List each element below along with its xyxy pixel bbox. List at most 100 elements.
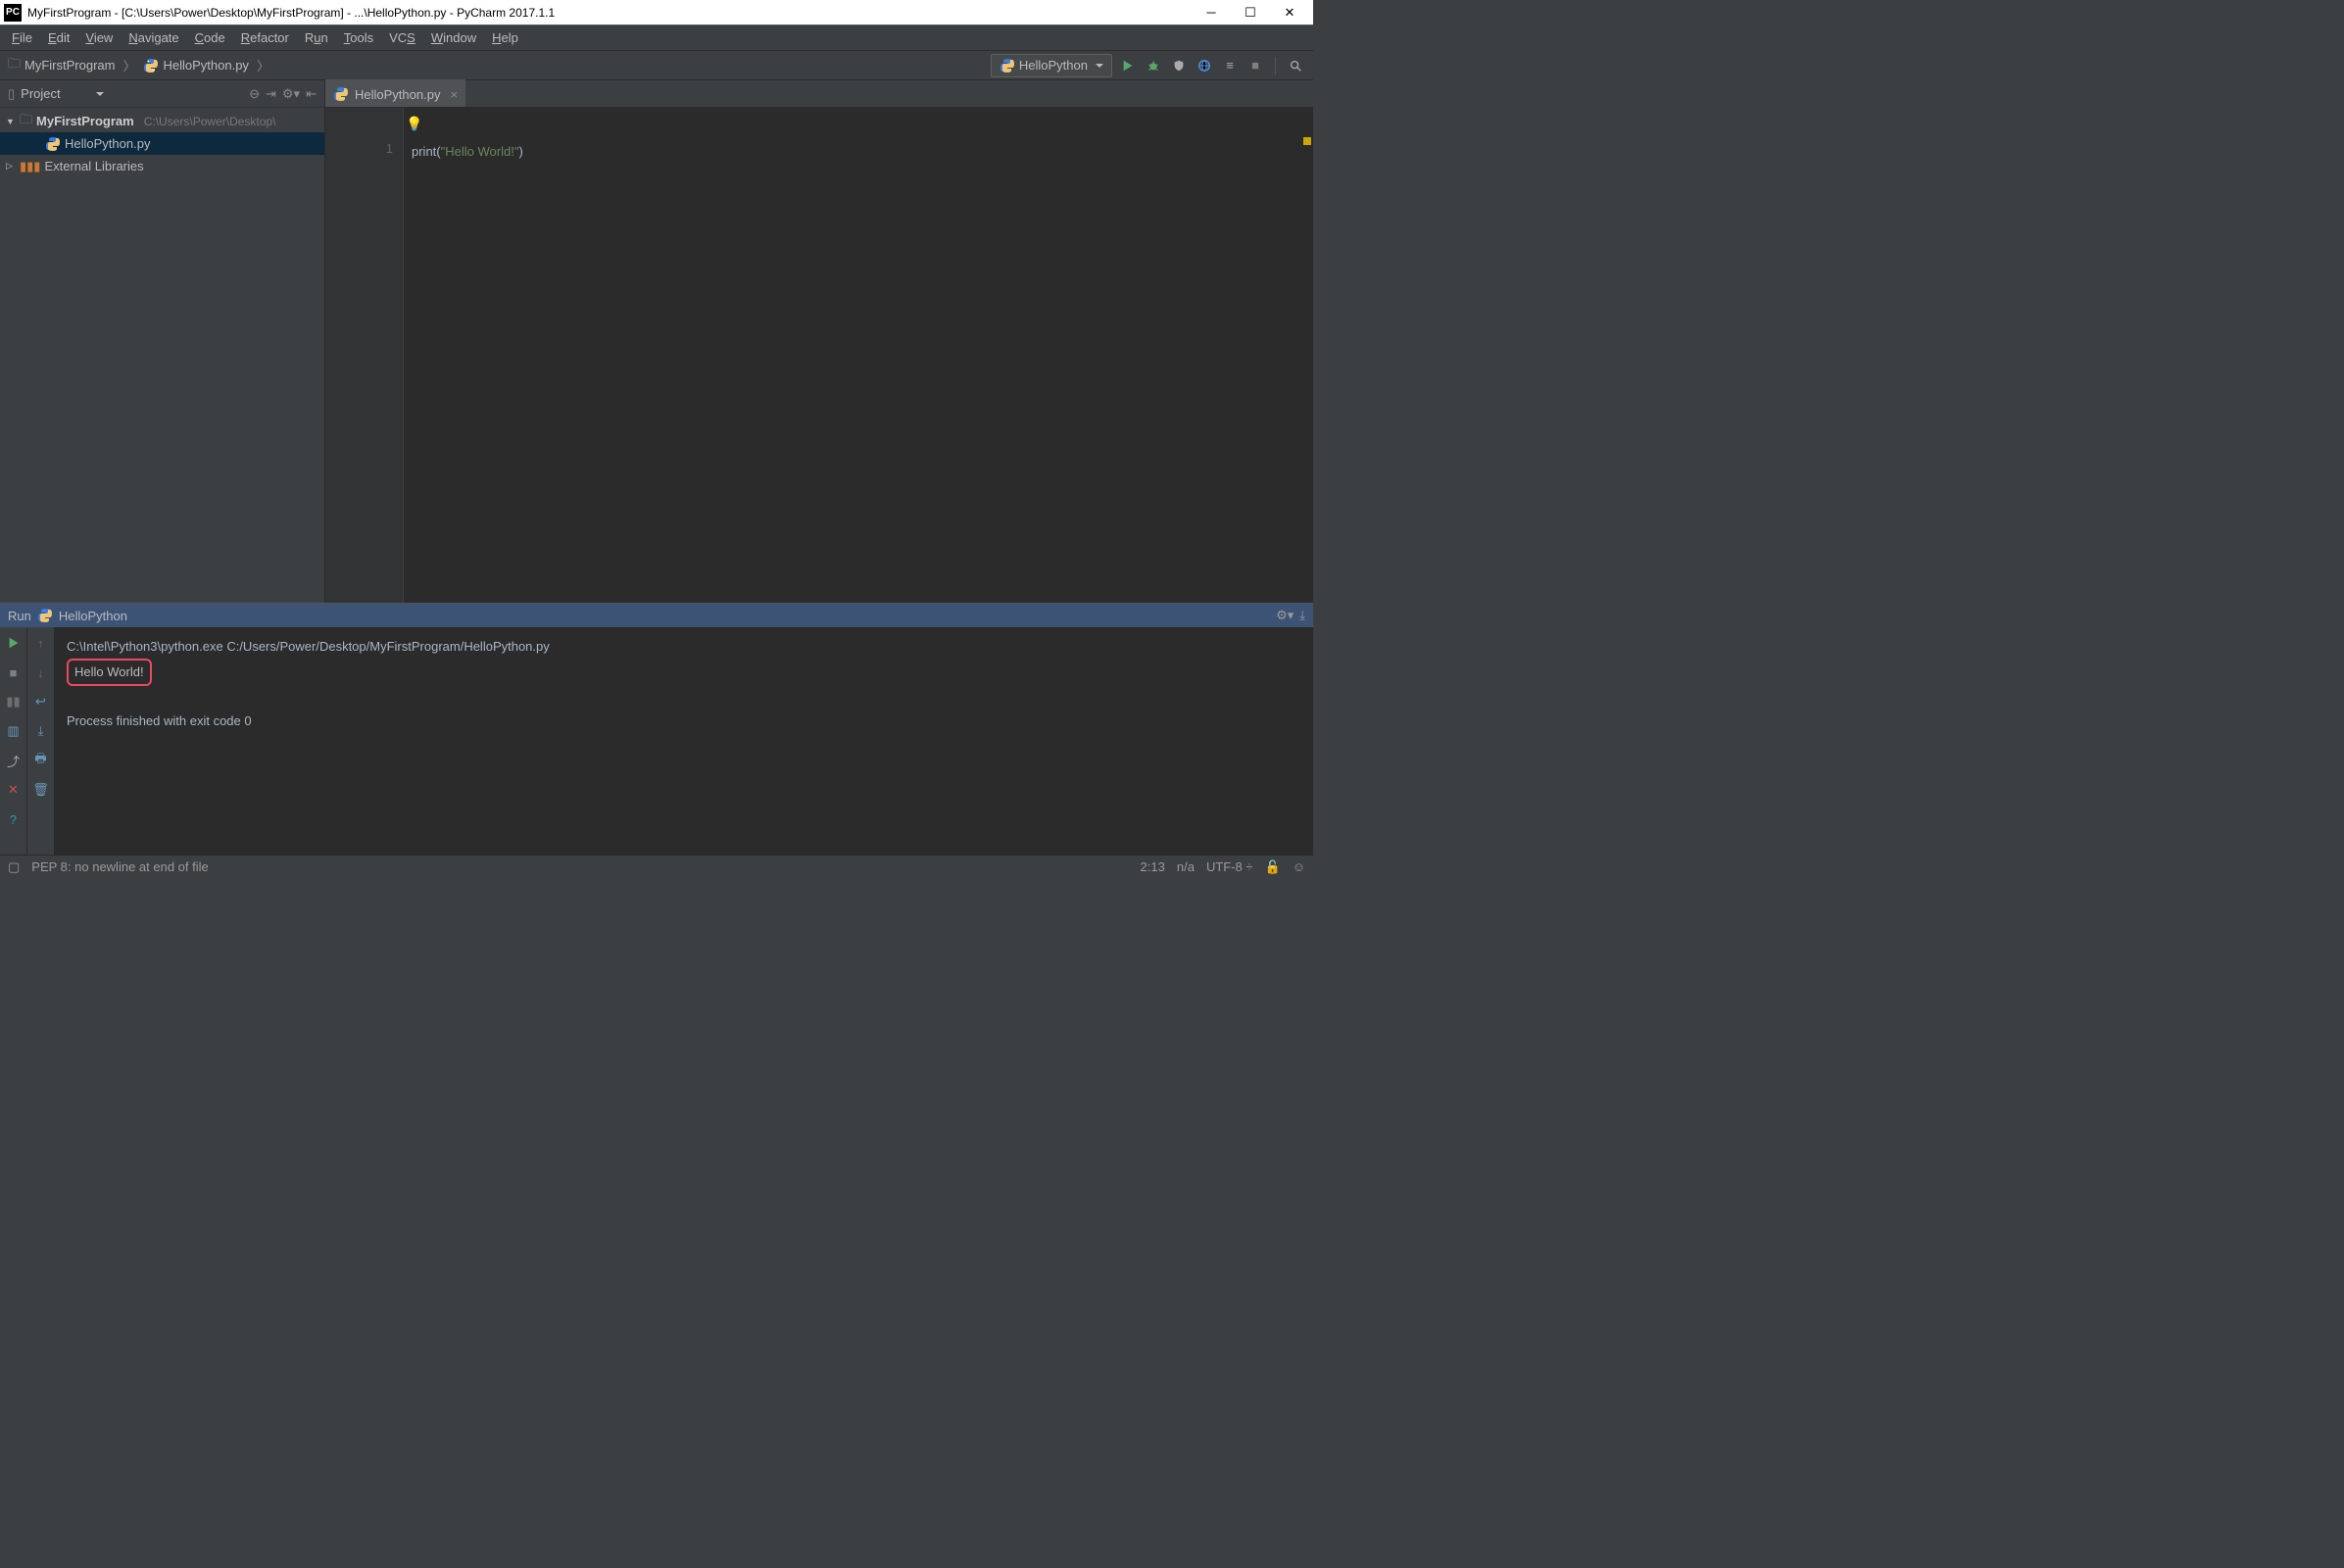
settings-gear-icon[interactable]: ⚙▾ <box>1276 608 1294 623</box>
close-button[interactable]: ✕ <box>4 780 24 800</box>
console-output-highlighted: Hello World! <box>67 659 152 686</box>
run-tool-header: Run HelloPython ⚙▾ ⤓ <box>0 604 1313 627</box>
gutter-fold <box>325 108 345 603</box>
library-icon: ▮▮▮ <box>20 159 40 174</box>
expand-arrow-icon[interactable]: ▷ <box>6 161 16 172</box>
run-coverage-button[interactable] <box>1169 56 1189 75</box>
status-caret-position[interactable]: 2:13 <box>1141 859 1165 874</box>
expand-arrow-icon[interactable]: ▼ <box>6 117 16 126</box>
close-window-button[interactable]: ✕ <box>1270 1 1309 24</box>
menu-tools[interactable]: Tools <box>336 28 381 47</box>
down-stack-icon[interactable]: ↓ <box>31 662 51 682</box>
intention-bulb-icon[interactable]: 💡 <box>406 116 422 132</box>
chevron-down-icon <box>1096 64 1103 68</box>
up-stack-icon[interactable]: ↑ <box>31 633 51 653</box>
hide-tool-window-icon[interactable]: ⇤ <box>306 86 317 102</box>
run-header-config: HelloPython <box>59 609 127 623</box>
stop-button[interactable]: ■ <box>1245 56 1265 75</box>
tree-root-path: C:\Users\Power\Desktop\ <box>144 115 276 128</box>
menu-code[interactable]: Code <box>187 28 233 47</box>
editor-tab[interactable]: HelloPython.py × <box>325 79 465 107</box>
python-file-icon <box>143 58 159 74</box>
status-events-icon[interactable]: ▢ <box>8 859 20 875</box>
chevron-down-icon <box>96 92 104 96</box>
python-icon <box>1000 58 1015 74</box>
breadcrumb-project[interactable]: MyFirstProgram <box>24 58 115 73</box>
status-readonly-icon[interactable]: 🔓 <box>1265 859 1281 875</box>
run-configuration-selector[interactable]: HelloPython <box>991 54 1112 77</box>
collapse-all-icon[interactable]: ⊖ <box>249 86 260 102</box>
pycharm-window: PC MyFirstProgram - [C:\Users\Power\Desk… <box>0 0 1313 878</box>
restore-layout-button[interactable]: ⤴ <box>4 751 24 770</box>
hide-panel-icon[interactable]: ⤓ <box>1299 608 1305 623</box>
menu-file[interactable]: File <box>4 28 40 47</box>
run-body: ■ ▮▮ ▥ ⤴ ✕ ? ↑ ↓ ↩ ⤓ 🖶 🗑 C:\Intel\Python… <box>0 627 1313 855</box>
run-header-label: Run <box>8 609 31 623</box>
dump-threads-button[interactable]: ▥ <box>4 721 24 741</box>
project-tree: ▼ 🗀 MyFirstProgram C:\Users\Power\Deskto… <box>0 108 324 603</box>
tree-file-node[interactable]: HelloPython.py <box>0 132 324 155</box>
search-everywhere-button[interactable] <box>1286 56 1305 75</box>
stop-button[interactable]: ■ <box>4 662 24 682</box>
show-structure-button[interactable]: ≡ <box>1220 56 1240 75</box>
menu-edit[interactable]: Edit <box>40 28 77 47</box>
maximize-button[interactable]: ☐ <box>1231 1 1270 24</box>
scroll-to-end-icon[interactable]: ⤓ <box>31 721 51 741</box>
code-token-paren: ) <box>518 144 522 159</box>
toolbar-right: HelloPython ≡ ■ <box>991 54 1305 77</box>
project-tool-title[interactable]: Project <box>21 86 243 101</box>
status-insert-mode[interactable]: n/a <box>1177 859 1195 874</box>
settings-gear-icon[interactable]: ⚙▾ <box>282 86 300 102</box>
menu-navigate[interactable]: Navigate <box>121 28 186 47</box>
menu-view[interactable]: View <box>77 28 121 47</box>
console-output[interactable]: C:\Intel\Python3\python.exe C:/Users/Pow… <box>55 627 1313 855</box>
tree-root-node[interactable]: ▼ 🗀 MyFirstProgram C:\Users\Power\Deskto… <box>0 110 324 132</box>
console-exit-line: Process finished with exit code 0 <box>67 710 1301 733</box>
menu-run[interactable]: Run <box>297 28 336 47</box>
line-number-gutter: 1 <box>345 108 404 603</box>
editor-area: HelloPython.py × 💡 1 print("Hello World!… <box>325 80 1313 603</box>
run-toolbar-secondary: ↑ ↓ ↩ ⤓ 🖶 🗑 <box>27 627 55 855</box>
scroll-from-source-icon[interactable]: ⇥ <box>266 86 276 102</box>
code-editor[interactable]: 💡 1 print("Hello World!") <box>325 108 1313 603</box>
help-button[interactable]: ? <box>4 809 24 829</box>
debug-button[interactable] <box>1144 56 1163 75</box>
tree-external-libraries[interactable]: ▷ ▮▮▮ External Libraries <box>0 155 324 177</box>
run-config-label: HelloPython <box>1019 58 1088 73</box>
soft-wrap-icon[interactable]: ↩ <box>31 692 51 711</box>
status-message: PEP 8: no newline at end of file <box>31 859 208 874</box>
close-tab-icon[interactable]: × <box>450 87 458 102</box>
project-tool-window: ▯ Project ⊖ ⇥ ⚙▾ ⇤ ▼ 🗀 MyFirstProgram C <box>0 80 325 603</box>
code-content[interactable]: print("Hello World!") <box>404 108 1313 603</box>
status-encoding[interactable]: UTF-8 ÷ <box>1206 859 1253 874</box>
status-hector-icon[interactable]: ☺ <box>1293 859 1305 874</box>
run-tool-window: Run HelloPython ⚙▾ ⤓ ■ ▮▮ ▥ ⤴ ✕ ? ↑ <box>0 603 1313 855</box>
code-token-fn: print <box>412 144 436 159</box>
editor-tab-label: HelloPython.py <box>355 87 440 102</box>
clear-all-icon[interactable]: 🗑 <box>31 780 51 800</box>
tree-root-label: MyFirstProgram <box>36 114 134 128</box>
editor-tabs: HelloPython.py × <box>325 80 1313 108</box>
project-view-icon: ▯ <box>8 86 15 102</box>
main-area: ▯ Project ⊖ ⇥ ⚙▾ ⇤ ▼ 🗀 MyFirstProgram C <box>0 80 1313 603</box>
menu-vcs[interactable]: VCS <box>381 28 423 47</box>
python-file-icon <box>45 136 61 152</box>
minimize-button[interactable]: ─ <box>1192 1 1231 24</box>
rerun-button[interactable] <box>4 633 24 653</box>
folder-icon: 🗀 <box>20 111 32 132</box>
breadcrumb-file[interactable]: HelloPython.py <box>163 58 248 73</box>
app-icon: PC <box>4 4 22 22</box>
menu-window[interactable]: Window <box>423 28 484 47</box>
chevron-right-icon: 〉 <box>257 56 269 74</box>
pause-button[interactable]: ▮▮ <box>4 692 24 711</box>
print-icon[interactable]: 🖶 <box>31 751 51 770</box>
separator <box>1275 57 1276 74</box>
run-button[interactable] <box>1118 56 1138 75</box>
menu-refactor[interactable]: Refactor <box>233 28 297 47</box>
warning-stripe-marker[interactable] <box>1303 137 1311 145</box>
update-project-button[interactable] <box>1195 56 1214 75</box>
menubar: File Edit View Navigate Code Refactor Ru… <box>0 25 1313 51</box>
window-title: MyFirstProgram - [C:\Users\Power\Desktop… <box>27 6 1192 20</box>
menu-help[interactable]: Help <box>484 28 526 47</box>
statusbar: ▢ PEP 8: no newline at end of file 2:13 … <box>0 855 1313 878</box>
